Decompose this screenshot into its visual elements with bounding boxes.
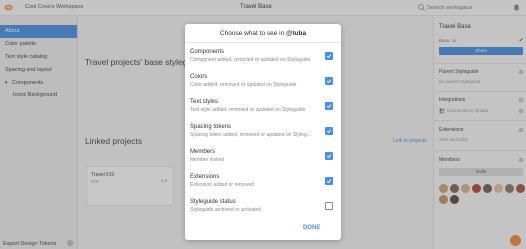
option-description: Color added, removed or updated on Style…	[190, 82, 297, 88]
dialog-title: Choose what to see in @tuba	[185, 30, 341, 37]
divider	[185, 42, 341, 43]
checkbox-colors[interactable]	[325, 77, 333, 85]
checkmark-icon	[326, 104, 332, 109]
option-description: Text style added, removed or updated on …	[190, 107, 306, 113]
checkmark-icon	[326, 179, 332, 184]
option-title: Members	[190, 149, 216, 155]
checkmark-icon	[326, 154, 332, 159]
option-styleguide-status[interactable]: Styleguide status Styleguide archived or…	[190, 199, 338, 221]
option-description: Member invited	[190, 157, 225, 163]
checkbox-members[interactable]	[325, 152, 333, 160]
option-colors[interactable]: Colors Color added, removed or updated o…	[190, 74, 338, 96]
notification-settings-dialog: Choose what to see in @tuba Components C…	[185, 24, 341, 240]
checkbox-components[interactable]	[325, 52, 333, 60]
option-description: Spacing token added, removed or updated …	[190, 132, 311, 138]
option-extensions[interactable]: Extensions Extension added or removed	[190, 174, 338, 196]
option-members[interactable]: Members Member invited	[190, 149, 338, 171]
option-text-styles[interactable]: Text styles Text style added, removed or…	[190, 99, 338, 121]
dialog-title-text: Choose what to see in	[219, 30, 287, 37]
checkbox-spacing-tokens[interactable]	[325, 127, 333, 135]
option-title: Text styles	[190, 99, 219, 105]
option-spacing-tokens[interactable]: Spacing tokens Spacing token added, remo…	[190, 124, 338, 146]
option-title: Extensions	[190, 174, 220, 180]
dialog-title-team: @tuba	[286, 30, 307, 37]
option-description: Component added, removed or updated on S…	[190, 57, 311, 63]
checkbox-extensions[interactable]	[325, 177, 333, 185]
done-button[interactable]: DONE	[303, 225, 320, 231]
checkmark-icon	[326, 129, 332, 134]
checkbox-text-styles[interactable]	[325, 102, 333, 110]
checkmark-icon	[326, 79, 332, 84]
option-description: Styleguide archived or activated	[190, 207, 261, 213]
option-title: Colors	[190, 74, 208, 80]
option-title: Components	[190, 49, 225, 55]
option-title: Spacing tokens	[190, 124, 232, 130]
checkbox-styleguide-status[interactable]	[325, 202, 333, 210]
checkmark-icon	[326, 54, 332, 59]
option-description: Extension added or removed	[190, 182, 254, 188]
option-components[interactable]: Components Component added, removed or u…	[190, 49, 338, 71]
option-title: Styleguide status	[190, 199, 236, 205]
